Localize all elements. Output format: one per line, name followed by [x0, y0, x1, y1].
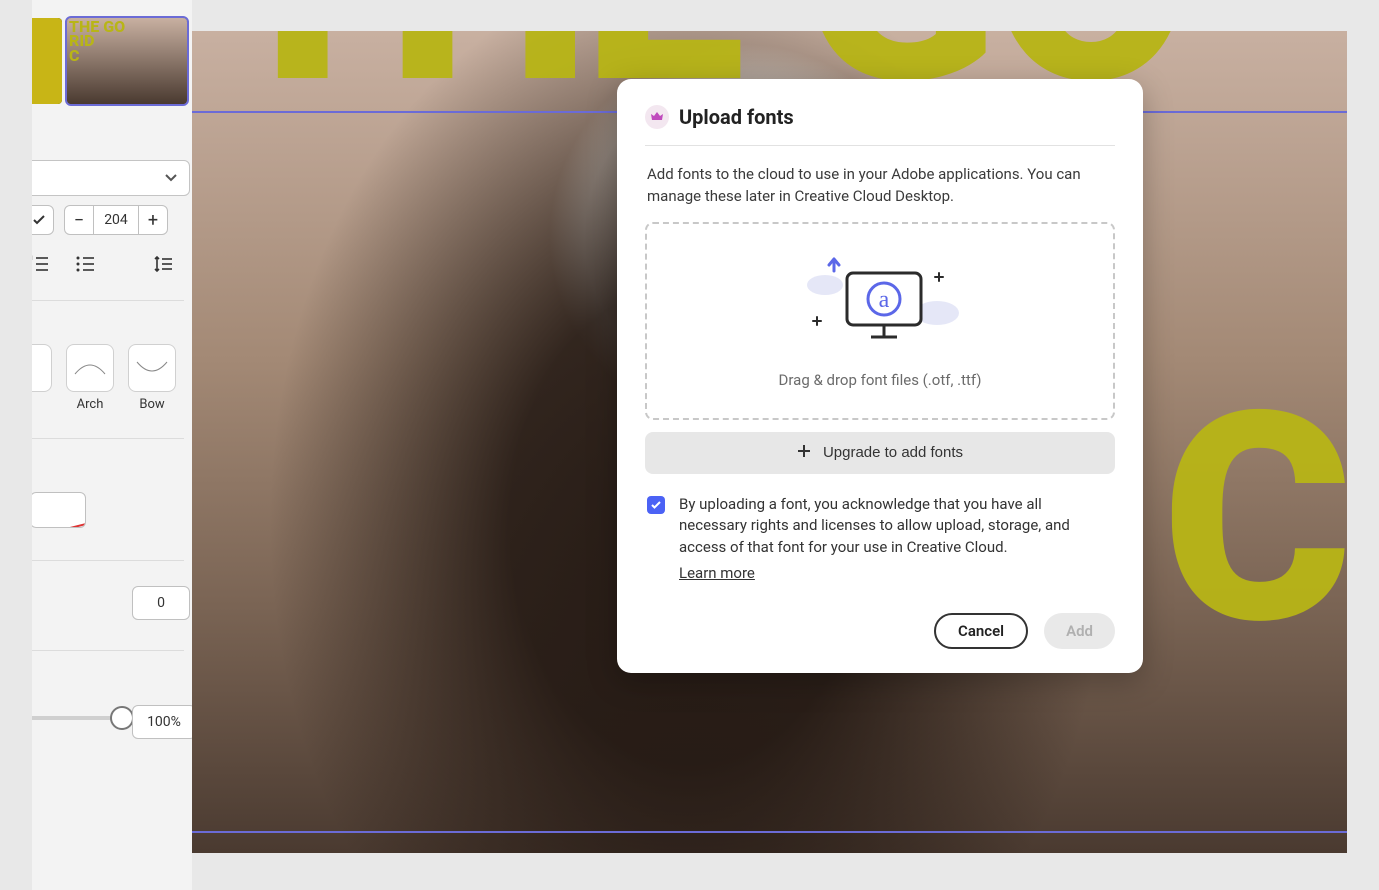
font-dropzone[interactable]: a Drag & drop font files (.otf, .ttf) [645, 222, 1115, 420]
divider [32, 650, 184, 651]
opacity-value[interactable]: 100% [132, 705, 192, 739]
selection-bound-bottom [192, 831, 1347, 833]
dialog-actions: Cancel Add [645, 589, 1115, 649]
cancel-button[interactable]: Cancel [934, 613, 1028, 649]
slider-knob[interactable] [110, 706, 134, 730]
font-size-increase[interactable]: + [138, 205, 168, 235]
divider [32, 438, 184, 439]
upgrade-label: Upgrade to add fonts [823, 444, 963, 461]
font-family-dropdown[interactable] [32, 160, 190, 196]
page-thumbnail-2[interactable]: THE GO RID C [67, 18, 187, 104]
premium-crown-icon [645, 105, 669, 129]
checkbox-toggle[interactable] [32, 205, 54, 235]
font-size-control: − 204 + [32, 205, 168, 235]
upgrade-to-add-fonts-button[interactable]: Upgrade to add fonts [645, 432, 1115, 474]
page-thumbnail-1[interactable]: D G B [32, 18, 62, 104]
shape-preset-arch[interactable]: Arch [66, 344, 114, 412]
canvas-headline-3[interactable]: C [1162, 401, 1344, 639]
dropzone-hint: Drag & drop font files (.otf, .ttf) [779, 371, 982, 389]
outline-color-swatch[interactable] [32, 492, 86, 528]
dialog-description: Add fonts to the cloud to use in your Ad… [645, 146, 1115, 222]
bulleted-list-icon[interactable] [72, 250, 100, 278]
font-size-value[interactable]: 204 [94, 205, 138, 235]
opacity-slider[interactable] [32, 716, 122, 720]
properties-panel: D G B THE GO RID C − 204 + 1 [32, 0, 192, 890]
text-shape-presets: Arch Bow [32, 344, 176, 412]
shape-preset-partial[interactable] [32, 344, 52, 412]
acknowledgement-text: By uploading a font, you acknowledge tha… [679, 494, 1113, 585]
upload-fonts-dialog: Upload fonts Add fonts to the cloud to u… [617, 79, 1143, 673]
page-thumbnails: D G B THE GO RID C [32, 18, 187, 104]
chevron-down-icon [159, 166, 183, 190]
dialog-header: Upload fonts [645, 105, 1115, 146]
add-button[interactable]: Add [1044, 613, 1115, 649]
svg-text:1: 1 [32, 255, 33, 262]
numeric-input-letterspacing[interactable]: 0 [132, 586, 190, 620]
dropzone-illustration: a [795, 253, 965, 353]
divider [32, 560, 184, 561]
shape-preset-bow[interactable]: Bow [128, 344, 176, 412]
acknowledgement-checkbox[interactable] [647, 496, 665, 514]
numbered-list-icon[interactable]: 1 [32, 250, 54, 278]
dialog-title: Upload fonts [679, 105, 794, 129]
learn-more-link[interactable]: Learn more [679, 563, 755, 585]
svg-text:a: a [879, 287, 890, 313]
font-size-decrease[interactable]: − [64, 205, 94, 235]
list-style-buttons: 1 [32, 250, 178, 278]
divider [32, 300, 184, 301]
plus-icon [797, 444, 811, 462]
acknowledgement-row: By uploading a font, you acknowledge tha… [645, 474, 1115, 589]
line-spacing-icon[interactable] [150, 250, 178, 278]
